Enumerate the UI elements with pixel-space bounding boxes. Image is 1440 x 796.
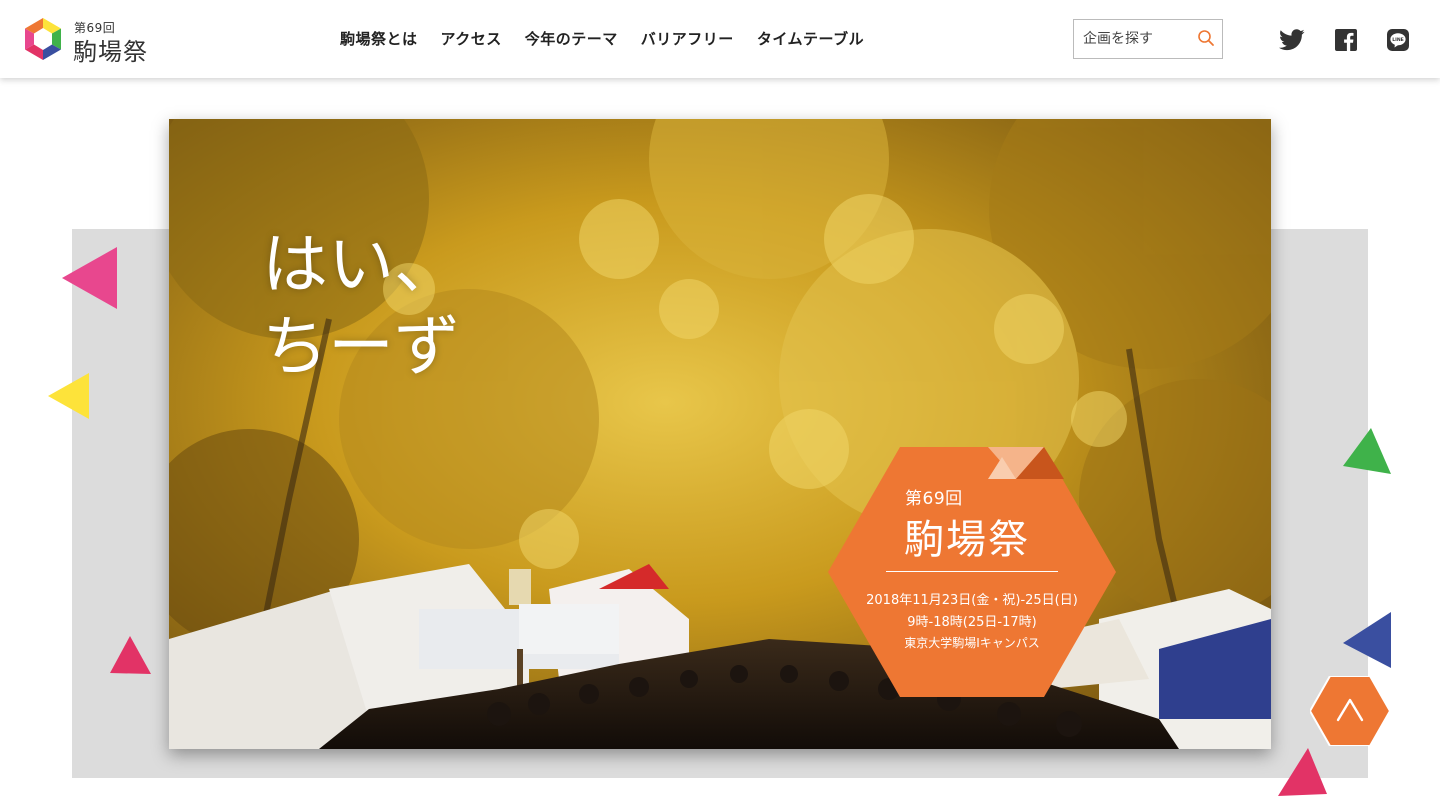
badge-title: 駒場祭 (904, 517, 1030, 563)
nav-about[interactable]: 駒場祭とは (340, 28, 418, 49)
line-link[interactable]: LINE (1387, 29, 1411, 53)
twitter-icon (1279, 29, 1305, 51)
site-header: 第69回 駒場祭 駒場祭とは アクセス 今年のテーマ バリアフリー タイムテーブ… (0, 0, 1440, 78)
tagline-line-1: はい、 (262, 226, 460, 303)
pink-triangle-decoration (62, 247, 117, 309)
nav-theme[interactable]: 今年のテーマ (525, 28, 618, 49)
hero-tagline: はい、 ちーず (262, 224, 460, 388)
nav-timetable[interactable]: タイムテーブル (757, 28, 864, 49)
badge-edition: 第69回 (905, 489, 963, 509)
tagline-line-2: ちーず (262, 308, 460, 385)
search-box (1073, 19, 1223, 59)
yellow-triangle-decoration (48, 373, 89, 419)
facebook-icon (1335, 29, 1357, 51)
nav-access[interactable]: アクセス (441, 28, 502, 49)
site-logo[interactable]: 第69回 駒場祭 (20, 16, 150, 66)
facebook-link[interactable] (1335, 29, 1359, 53)
svg-text:LINE: LINE (1392, 37, 1404, 43)
crimson-triangle-decoration (110, 636, 151, 674)
back-to-top-button[interactable] (1308, 675, 1392, 747)
badge-dates: 2018年11月23日(金・祝)-25日(日) (866, 593, 1078, 608)
badge-hours: 9時-18時(25日-17時) (907, 615, 1037, 630)
nav-barrier-free[interactable]: バリアフリー (641, 28, 734, 49)
search-icon (1198, 30, 1214, 46)
event-badge: 第69回 駒場祭 2018年11月23日(金・祝)-25日(日) 9時-18時(… (828, 447, 1116, 697)
search-input[interactable] (1074, 20, 1192, 58)
pink-triangle-bottom-decoration (1278, 748, 1327, 796)
green-triangle-decoration (1343, 428, 1391, 474)
blue-triangle-decoration (1343, 612, 1391, 668)
search-button[interactable] (1196, 29, 1216, 49)
logo-hexagon-icon (25, 18, 61, 60)
main-nav: 駒場祭とは アクセス 今年のテーマ バリアフリー タイムテーブル (340, 28, 864, 49)
line-icon: LINE (1387, 29, 1409, 51)
logo-name: 駒場祭 (73, 38, 148, 66)
chevron-up-icon (1308, 675, 1392, 747)
badge-venue: 東京大学駒場Ⅰキャンパス (904, 636, 1040, 650)
badge-divider (886, 571, 1058, 572)
twitter-link[interactable] (1279, 29, 1305, 53)
